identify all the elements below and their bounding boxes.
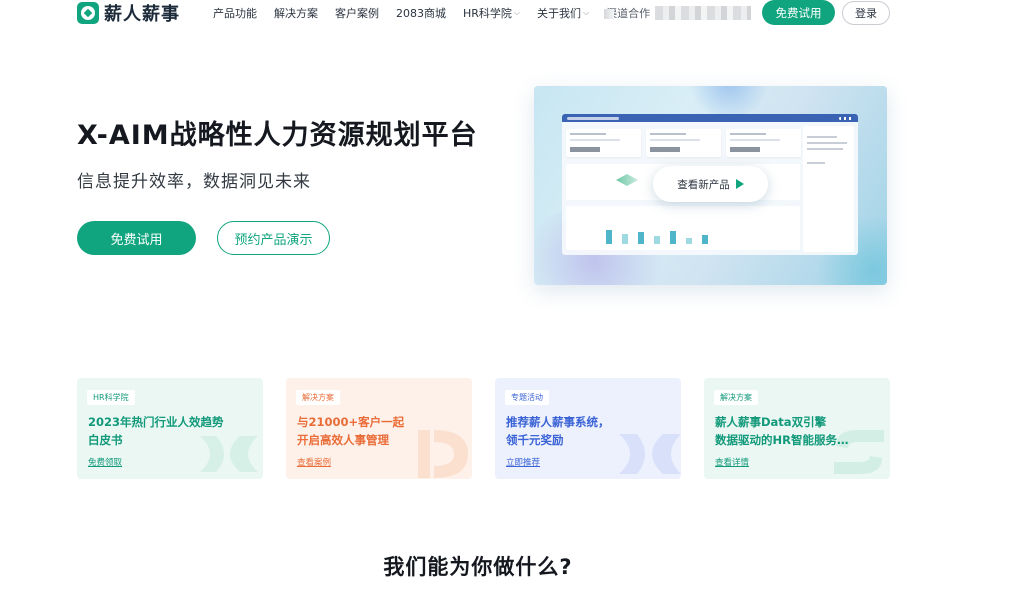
preview-bar-chart-panel [566,206,800,250]
view-new-product-button[interactable]: 查看新产品 [653,166,768,202]
card-tag: 解决方案 [296,390,340,405]
promo-card-data-engine[interactable]: 解决方案 薪人薪事Data双引擎 数据驱动的HR智能服务… 查看详情 [704,378,890,479]
card-link-free-download[interactable]: 免费领取 [88,456,122,468]
nav-item-label: 2083商城 [396,7,446,20]
brand-name: 薪人薪事 [104,4,180,25]
nav-item-label: 解决方案 [274,7,318,20]
nav-item-hr-academy[interactable]: HR科学院 ⌵ [463,5,520,21]
card-title: 2023年热门行业人效趋势 白皮书 [88,415,224,447]
section-title: 我们能为你做什么? [383,555,573,579]
preview-title-bar [562,114,858,122]
promo-card-whitepaper[interactable]: HR科学院 2023年热门行业人效趋势 白皮书 免费领取 [77,378,263,479]
card-link-refer-now[interactable]: 立即推荐 [506,456,540,468]
hero-title: X-AIM战略性人力资源规划平台 [77,120,478,151]
preview-side-panel [803,126,854,252]
brand-logo[interactable]: 薪人薪事 [77,0,180,26]
preview-stat-card [566,129,641,157]
view-new-product-label: 查看新产品 [677,178,730,191]
nav-item-mall[interactable]: 2083商城 [396,5,446,21]
redacted-contact [655,6,751,20]
nav-item-cases[interactable]: 客户案例 [335,5,379,21]
card-title: 与21000+客户一起 开启高效人事管理 [297,415,405,447]
card-title: 推荐薪人薪事系统， 领千元奖励 [506,415,610,447]
hero-free-trial-button[interactable]: 免费试用 [77,221,196,255]
nav-item-about[interactable]: 关于我们 ⌵ [537,5,589,21]
top-header: 薪人薪事 产品功能 解决方案 客户案例 2083商城 HR科学院 ⌵ 关于我们 ⌵ … [0,0,1024,26]
card-tag: HR科学院 [87,390,135,405]
chevron-down-icon: ⌵ [583,8,590,17]
card-link-view-details[interactable]: 查看详情 [715,456,749,468]
card-tag: 专题活动 [505,390,549,405]
main-nav: 产品功能 解决方案 客户案例 2083商城 HR科学院 ⌵ 关于我们 ⌵ 渠道合作 [213,0,650,26]
nav-item-label: 客户案例 [335,7,379,20]
nav-fade-overlay [604,9,614,19]
card-tag: 解决方案 [714,390,758,405]
hero-subtitle: 信息提升效率，数据洞见未来 [77,172,311,192]
nav-item-product[interactable]: 产品功能 [213,5,257,21]
card-link-view-cases[interactable]: 查看案例 [297,456,331,468]
card-title: 薪人薪事Data双引擎 数据驱动的HR智能服务… [715,415,849,447]
nav-item-label: HR科学院 [463,7,512,20]
nav-item-label: 产品功能 [213,7,257,20]
login-button[interactable]: 登录 [842,1,890,25]
nav-item-label: 关于我们 [537,7,581,20]
preview-stat-card [646,129,721,157]
product-preview[interactable]: 查看新产品 [534,86,887,285]
preview-glow [684,86,774,116]
nav-item-solutions[interactable]: 解决方案 [274,5,318,21]
book-demo-button[interactable]: 预约产品演示 [217,221,330,255]
preview-stat-card [726,129,801,157]
brand-logo-icon [77,2,99,24]
chevron-down-icon: ⌵ [513,8,520,17]
promo-card-cases[interactable]: 解决方案 与21000+客户一起 开启高效人事管理 查看案例 [286,378,472,479]
play-icon [735,179,744,189]
promo-card-referral[interactable]: 专题活动 推荐薪人薪事系统， 领千元奖励 立即推荐 [495,378,681,479]
header-free-trial-button[interactable]: 免费试用 [762,0,835,25]
